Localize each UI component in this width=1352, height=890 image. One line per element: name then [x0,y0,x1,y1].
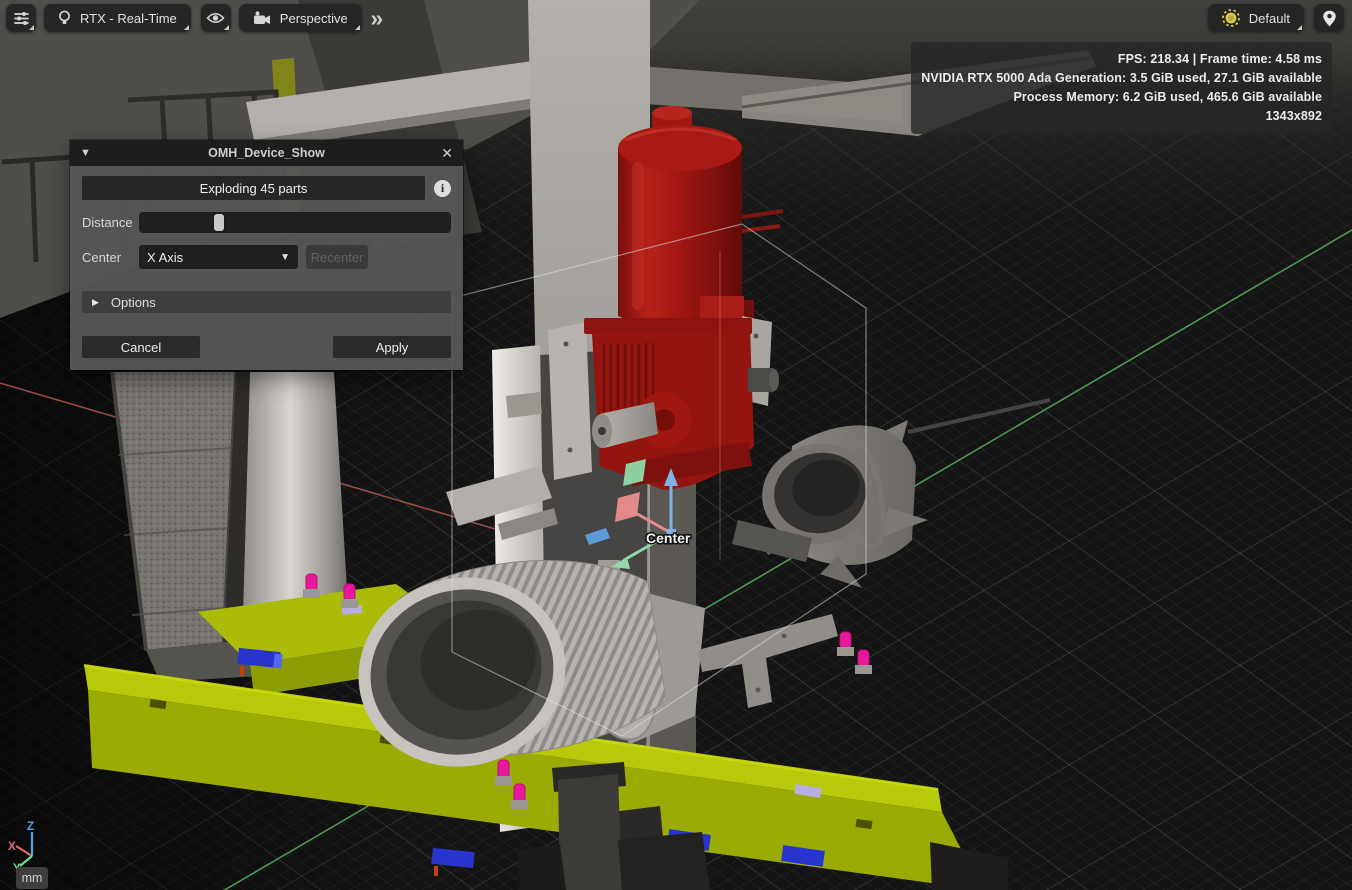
dialog-title: OMH_Device_Show [96,146,437,160]
eye-icon [206,11,225,25]
visibility-button[interactable] [201,4,231,32]
stats-gpu-line: NVIDIA RTX 5000 Ada Generation: 3.5 GiB … [921,69,1322,88]
units-label: mm [22,871,43,885]
dialog-header[interactable]: ▼ OMH_Device_Show ✕ [70,140,463,166]
stats-fps-line: FPS: 218.34 | Frame time: 4.58 ms [921,50,1322,69]
collapse-icon[interactable]: ▼ [80,147,96,159]
distance-slider-handle[interactable] [214,214,224,231]
camera-selector[interactable]: Perspective [239,4,362,32]
triad-x-label: X [8,841,16,853]
viewport-toolbar-left: RTX - Real-Time Perspective » [6,4,388,32]
actions-spacer [200,336,333,358]
location-pin-icon [1322,9,1337,28]
lighting-label: Default [1249,11,1290,26]
dialog-body: Exploding 45 parts i Distance Center X A… [70,166,463,370]
distance-label: Distance [82,215,139,230]
stats-memory-line: Process Memory: 6.2 GiB used, 465.6 GiB … [921,88,1322,107]
sun-icon [1222,9,1240,27]
camera-icon [253,11,271,25]
info-icon[interactable]: i [434,180,451,197]
chevron-down-icon: ▼ [280,252,290,263]
waypoint-button[interactable] [1314,4,1344,32]
distance-slider[interactable] [139,212,451,233]
gizmo-label: Center [646,530,691,546]
lightbulb-icon [58,10,71,26]
explode-dialog: ▼ OMH_Device_Show ✕ Exploding 45 parts i… [70,140,463,370]
center-label: Center [82,250,139,265]
options-expander[interactable]: ▶ Options [82,291,451,313]
cancel-button[interactable]: Cancel [82,336,200,358]
apply-button[interactable]: Apply [333,336,451,358]
viewport-toolbar-right: Default [1208,4,1344,32]
recenter-button[interactable]: Recenter [306,245,368,269]
triangle-right-icon: ▶ [92,297,99,308]
triad-z-label: Z [27,821,34,833]
toolbar-expand-chevron[interactable]: » [366,4,388,32]
performance-overlay: FPS: 218.34 | Frame time: 4.58 ms NVIDIA… [911,42,1332,134]
viewport-3d[interactable]: Center Z X Y mm [0,0,1352,890]
camera-label: Perspective [280,11,348,26]
renderer-label: RTX - Real-Time [80,11,177,26]
viewport-settings-button[interactable] [6,4,36,32]
stats-resolution-line: 1343x892 [921,107,1322,126]
lighting-selector[interactable]: Default [1208,4,1304,32]
center-dropdown-value: X Axis [147,250,183,265]
explode-status-button[interactable]: Exploding 45 parts [82,176,425,200]
sliders-icon [13,10,30,27]
renderer-selector[interactable]: RTX - Real-Time [44,4,191,32]
center-dropdown[interactable]: X Axis ▼ [139,245,298,269]
chevron-double-right-icon: » [370,7,383,30]
close-icon[interactable]: ✕ [437,145,453,162]
options-label: Options [111,295,156,310]
